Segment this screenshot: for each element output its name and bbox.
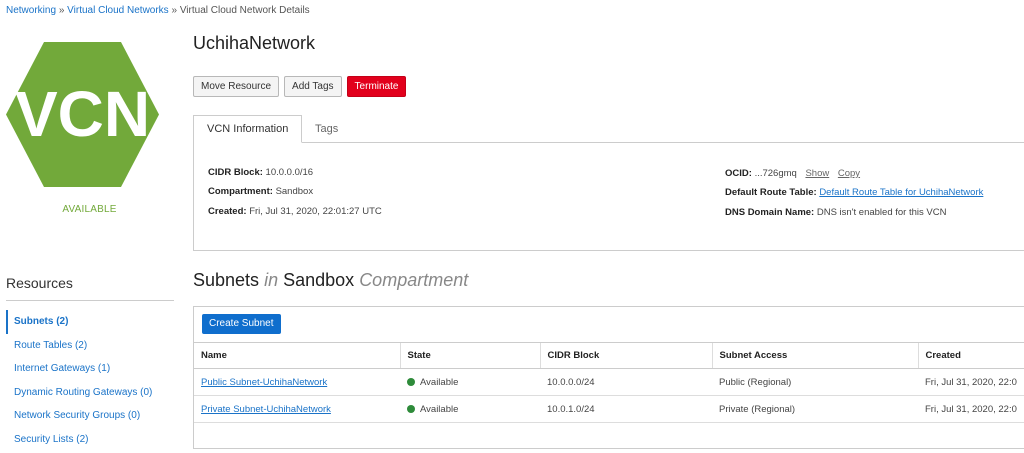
dns-domain-row: DNS Domain Name: DNS isn't enabled for t…	[725, 207, 946, 218]
ocid-value: ...726gmq	[754, 168, 797, 179]
default-route-table-link[interactable]: Default Route Table for UchihaNetwork	[819, 187, 983, 198]
tab-vcn-information[interactable]: VCN Information	[193, 115, 303, 143]
page-title: UchihaNetwork	[193, 33, 316, 53]
subnet-name-cell: Public Subnet-UchihaNetwork	[194, 368, 400, 396]
compartment-value: Sandbox	[275, 186, 314, 197]
ocid-row: OCID: ...726gmq Show Copy	[725, 168, 860, 179]
subnets-panel: Create Subnet Name State CIDR Block Subn…	[193, 306, 1024, 449]
ocid-copy-link[interactable]: Copy	[838, 168, 860, 179]
tab-tags[interactable]: Tags	[301, 115, 352, 143]
dns-domain-value: DNS isn't enabled for this VCN	[816, 207, 947, 218]
subnets-title-main: Subnets	[193, 270, 260, 290]
breadcrumb: Networking » Virtual Cloud Networks » Vi…	[6, 5, 310, 16]
move-resource-button[interactable]: Move Resource	[193, 76, 280, 97]
breadcrumb-separator: »	[171, 5, 178, 16]
ocid-label: OCID:	[725, 168, 752, 179]
breadcrumb-networking[interactable]: Networking	[6, 5, 56, 16]
column-header-state[interactable]: State	[399, 342, 540, 369]
breadcrumb-current: Virtual Cloud Network Details	[179, 5, 310, 16]
table-header-row: Name State CIDR Block Subnet Access Crea…	[194, 342, 1024, 369]
terminate-button[interactable]: Terminate	[346, 76, 407, 97]
created-row: Created: Fri, Jul 31, 2020, 22:01:27 UTC	[208, 206, 382, 217]
cidr-block-label: CIDR Block:	[208, 167, 263, 178]
resource-item-subnets[interactable]: Subnets (2)	[6, 310, 174, 334]
vcn-status-badge: AVAILABLE	[62, 204, 117, 215]
cidr-block-value: 10.0.0.0/16	[265, 167, 314, 178]
subnets-section-title: Subnets in Sandbox Compartment	[193, 270, 468, 291]
subnet-state-text: Available	[420, 376, 459, 388]
subnet-cidr-cell: 10.0.1.0/24	[540, 395, 712, 423]
subnet-state-cell: Available	[400, 395, 540, 423]
create-subnet-button[interactable]: Create Subnet	[202, 314, 281, 334]
breadcrumb-separator: »	[58, 5, 65, 16]
add-tags-button[interactable]: Add Tags	[284, 76, 342, 97]
subnets-title-in: in	[264, 270, 279, 290]
column-header-created[interactable]: Created	[917, 342, 1024, 369]
created-label: Created:	[208, 206, 247, 217]
default-route-table-row: Default Route Table: Default Route Table…	[725, 187, 983, 198]
dns-domain-label: DNS Domain Name:	[725, 207, 815, 218]
subnets-title-compartment: Sandbox	[283, 270, 355, 290]
vcn-information-panel: CIDR Block: 10.0.0.0/16 Compartment: San…	[193, 142, 1024, 251]
subnet-access-cell: Public (Regional)	[712, 368, 918, 396]
subnet-cidr-cell: 10.0.0.0/24	[540, 368, 712, 396]
subnet-state-text: Available	[420, 403, 459, 415]
resource-item-security-lists[interactable]: Security Lists (2)	[6, 428, 174, 452]
resources-divider	[6, 300, 174, 301]
resource-item-network-security-groups[interactable]: Network Security Groups (0)	[6, 404, 174, 428]
subnets-title-suffix: Compartment	[359, 270, 469, 290]
resource-item-route-tables[interactable]: Route Tables (2)	[6, 334, 174, 358]
status-dot-icon	[407, 377, 415, 386]
compartment-row: Compartment: Sandbox	[208, 186, 313, 197]
action-toolbar: Move Resource Add Tags Terminate	[193, 76, 407, 97]
created-value: Fri, Jul 31, 2020, 22:01:27 UTC	[249, 206, 382, 217]
cidr-block-row: CIDR Block: 10.0.0.0/16	[208, 167, 313, 178]
subnets-table: Name State CIDR Block Subnet Access Crea…	[194, 342, 1024, 423]
column-header-cidr-block[interactable]: CIDR Block	[539, 342, 712, 369]
subnet-created-cell: Fri, Jul 31, 2020, 22:0	[918, 368, 1024, 396]
resource-item-internet-gateways[interactable]: Internet Gateways (1)	[6, 357, 174, 381]
subnet-name-cell: Private Subnet-UchihaNetwork	[194, 395, 400, 423]
breadcrumb-virtual-cloud-networks[interactable]: Virtual Cloud Networks	[67, 5, 169, 16]
default-route-table-label: Default Route Table:	[725, 187, 817, 198]
table-row: Private Subnet-UchihaNetwork Available 1…	[194, 395, 1024, 423]
ocid-show-link[interactable]: Show	[805, 168, 829, 179]
subnet-name-link[interactable]: Private Subnet-UchihaNetwork	[201, 404, 331, 415]
subnet-name-link[interactable]: Public Subnet-UchihaNetwork	[201, 377, 327, 388]
column-header-subnet-access[interactable]: Subnet Access	[711, 342, 918, 369]
subnet-access-cell: Private (Regional)	[712, 395, 918, 423]
resources-list: Subnets (2) Route Tables (2) Internet Ga…	[6, 310, 174, 451]
details-tabs: VCN Information Tags	[193, 115, 1024, 143]
vcn-logo-text: VCN	[15, 78, 150, 150]
column-header-name[interactable]: Name	[194, 342, 400, 369]
compartment-label: Compartment:	[208, 186, 273, 197]
subnet-state-cell: Available	[400, 368, 540, 396]
status-dot-icon	[407, 404, 415, 413]
resources-title: Resources	[6, 275, 73, 291]
resource-item-dynamic-routing-gateways[interactable]: Dynamic Routing Gateways (0)	[6, 381, 174, 405]
table-row: Public Subnet-UchihaNetwork Available 10…	[194, 368, 1024, 396]
subnet-created-cell: Fri, Jul 31, 2020, 22:0	[918, 395, 1024, 423]
vcn-logo-icon: VCN	[6, 42, 159, 187]
